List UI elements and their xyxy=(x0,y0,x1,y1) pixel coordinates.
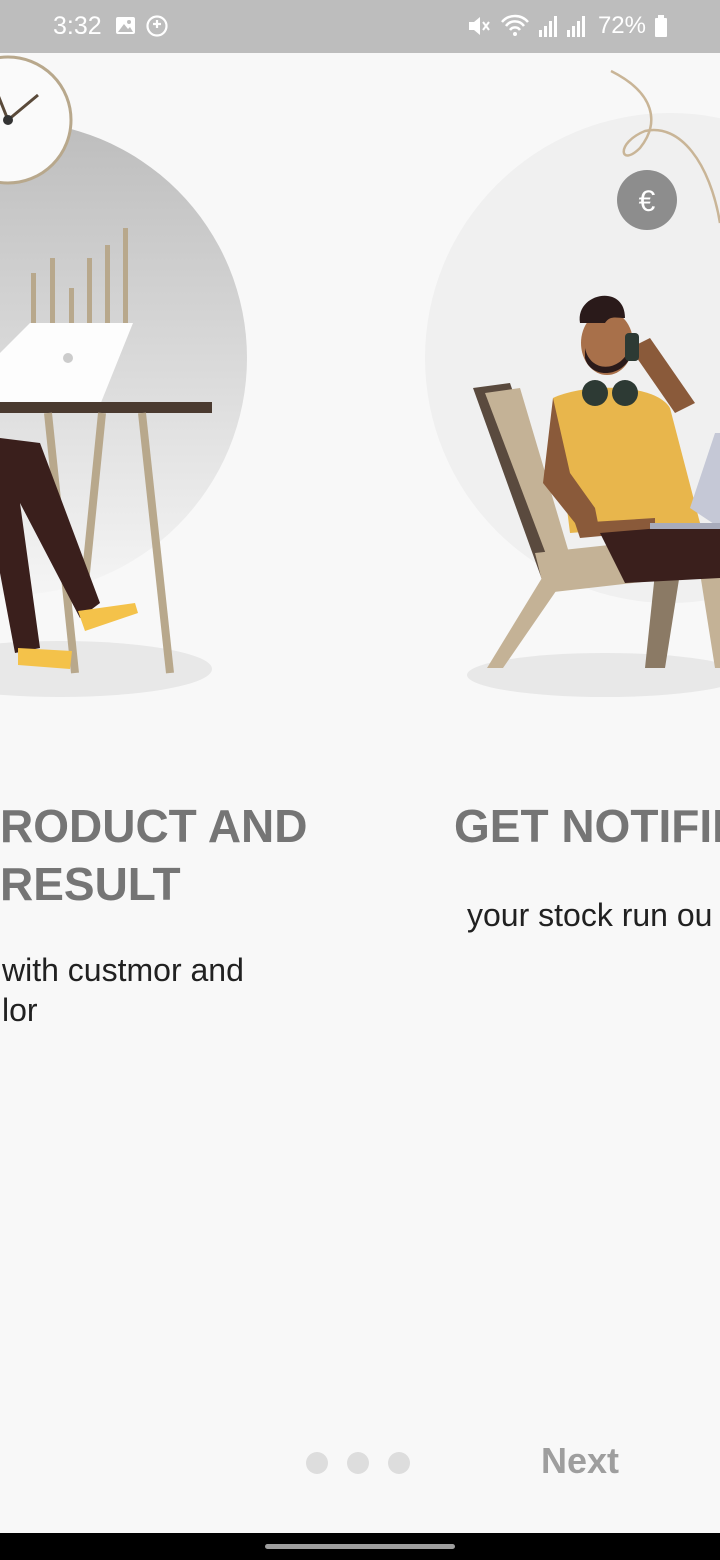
status-system: 72% xyxy=(466,12,668,40)
onboarding-title: GET NOTIFIE xyxy=(454,800,720,852)
onboarding-description: your stock run ou xyxy=(467,897,713,933)
status-bar: 3:32 72% xyxy=(0,0,720,53)
signal-icon xyxy=(566,16,585,37)
euro-coin-icon: € xyxy=(617,170,677,230)
status-notifications xyxy=(114,14,174,45)
page-dot[interactable] xyxy=(306,1452,328,1474)
status-time: 3:32 xyxy=(53,12,102,40)
location-chat-icon xyxy=(146,15,168,37)
battery-percent: 72% xyxy=(597,12,646,39)
page-indicator xyxy=(306,1452,410,1474)
home-indicator[interactable] xyxy=(265,1544,455,1549)
desk-work-illustration xyxy=(0,55,247,697)
phone-call-illustration: € xyxy=(425,69,720,697)
mute-icon xyxy=(468,17,490,35)
signal-icon xyxy=(538,16,557,37)
battery-icon xyxy=(655,15,667,37)
page-dot[interactable] xyxy=(388,1452,410,1474)
onboarding-title: RODUCT AND RESULT xyxy=(0,800,308,910)
page-dot[interactable] xyxy=(347,1452,369,1474)
wifi-icon xyxy=(500,14,529,36)
system-nav-bar xyxy=(0,1533,720,1560)
onboarding-pager[interactable]: € RODUCT AND RESULT with custmor and lor… xyxy=(0,53,720,1533)
image-icon xyxy=(116,17,135,34)
onboarding-description: with custmor and lor xyxy=(2,952,244,1028)
svg-text:€: € xyxy=(639,185,656,218)
next-button[interactable]: Next xyxy=(541,1440,619,1482)
